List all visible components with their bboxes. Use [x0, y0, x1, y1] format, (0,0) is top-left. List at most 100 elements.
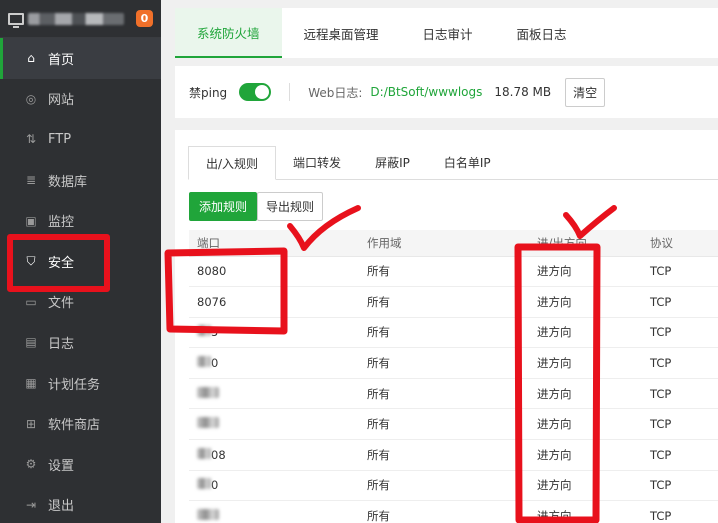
header-port[interactable]: 端口: [189, 230, 359, 257]
table-row[interactable]: 所有 进方向 TCP: [189, 408, 718, 441]
cell-scope: 所有: [359, 439, 529, 471]
export-rules-button[interactable]: 导出规则: [257, 192, 324, 221]
cell-port: 5: [189, 317, 359, 349]
table-row[interactable]: 8076 所有 进方向 TCP: [189, 286, 718, 318]
rule-subtabs: 出/入规则 端口转发 屏蔽IP 白名单IP: [188, 146, 718, 180]
tab-firewall[interactable]: 系统防火墙: [175, 8, 282, 58]
sidebar-item-settings[interactable]: ⚙ 设置: [0, 444, 161, 485]
cell-port: 0: [189, 470, 359, 502]
sidebar-item-store[interactable]: ⊞ 软件商店: [0, 403, 161, 444]
sidebar-item-label: 首页: [48, 52, 75, 68]
port-suffix: 08: [211, 447, 226, 462]
rules-panel: 出/入规则 端口转发 屏蔽IP 白名单IP 添加规则 导出规则 端口 作用域 进…: [175, 130, 718, 523]
sidebar-item-logout[interactable]: ⇥ 退出: [0, 485, 161, 523]
divider: [289, 83, 291, 101]
grid-icon: ⊞: [25, 416, 37, 431]
cell-direction: 进方向: [529, 408, 642, 441]
table-row[interactable]: 5 所有 进方向 TCP: [189, 317, 718, 349]
weblog-size: 18.78 MB: [494, 85, 552, 99]
sidebar: 0 ⌂ 首页 ◎ 网站 ⇅ FTP ≣ 数据库 ▣ 监控 ⛉ 安全 ▭ 文件 ▤ 日志 ▦ 计划任…: [0, 0, 161, 523]
ping-toggle[interactable]: [239, 83, 272, 101]
cell-protocol: TCP: [642, 378, 718, 410]
sidebar-item-website[interactable]: ◎ 网站: [0, 79, 161, 120]
table-row[interactable]: 8080 所有 进方向 TCP: [189, 256, 718, 288]
globe-icon: ◎: [25, 91, 37, 106]
tab-remote-desktop[interactable]: 远程桌面管理: [282, 8, 401, 58]
cell-direction: 进方向: [529, 500, 642, 523]
rules-table: 端口 作用域 进/出方向 协议 8080 所有 进方向 TCP 8076 所有 进方向 TCP…: [189, 230, 718, 523]
cell-scope: 所有: [359, 286, 529, 318]
sidebar-nav: ⌂ 首页 ◎ 网站 ⇅ FTP ≣ 数据库 ▣ 监控 ⛉ 安全 ▭ 文件 ▤ 日志 ▦ 计划任务 …: [0, 38, 161, 523]
sidebar-item-ftp[interactable]: ⇅ FTP: [0, 119, 161, 160]
tab-panel-logs[interactable]: 面板日志: [495, 8, 589, 58]
cell-scope: 所有: [359, 500, 529, 523]
header-direction[interactable]: 进/出方向: [529, 230, 642, 257]
port-suffix: 5: [211, 325, 219, 340]
tab-log-audit[interactable]: 日志审计: [401, 8, 495, 58]
sidebar-item-label: 监控: [48, 215, 75, 231]
sidebar-item-home[interactable]: ⌂ 首页: [0, 38, 161, 79]
sidebar-item-label: 软件商店: [48, 418, 101, 434]
table-row[interactable]: 所有 进方向 TCP: [189, 500, 718, 523]
sidebar-item-label: 计划任务: [48, 377, 101, 393]
subtab-whitelist-ip[interactable]: 白名单IP: [427, 146, 508, 179]
database-icon: ≣: [25, 173, 37, 188]
sidebar-item-label: 数据库: [48, 174, 88, 190]
cell-port: [189, 500, 359, 523]
cell-port: 8076: [189, 286, 359, 318]
cell-direction: 进方向: [529, 347, 642, 379]
cell-direction: 进方向: [529, 286, 642, 318]
calendar-icon: ▦: [25, 376, 37, 391]
home-icon: ⌂: [27, 51, 35, 66]
blurred-port: [197, 447, 211, 459]
sidebar-item-logs[interactable]: ▤ 日志: [0, 322, 161, 363]
blurred-port: [197, 478, 211, 490]
blurred-port: [197, 386, 219, 398]
subtab-block-ip[interactable]: 屏蔽IP: [358, 146, 427, 179]
sidebar-item-label: FTP: [48, 131, 72, 147]
table-row[interactable]: 0 所有 进方向 TCP: [189, 347, 718, 379]
logout-icon: ⇥: [25, 497, 37, 512]
cell-scope: 所有: [359, 470, 529, 502]
cell-protocol: TCP: [642, 500, 718, 523]
cell-protocol: TCP: [642, 408, 718, 441]
blurred-port: [197, 509, 219, 521]
notification-badge[interactable]: 0: [136, 10, 153, 27]
cell-scope: 所有: [359, 256, 529, 288]
sidebar-item-label: 退出: [48, 499, 75, 515]
sidebar-item-label: 文件: [48, 296, 75, 312]
subtab-port-forward[interactable]: 端口转发: [276, 146, 358, 179]
cell-scope: 所有: [359, 378, 529, 410]
cell-port: [189, 378, 359, 410]
sidebar-item-label: 设置: [48, 458, 75, 474]
ftp-icon: ⇅: [25, 132, 37, 147]
sidebar-item-security[interactable]: ⛉ 安全: [0, 241, 161, 282]
weblog-label: Web日志:: [308, 85, 363, 100]
sidebar-item-cron[interactable]: ▦ 计划任务: [0, 363, 161, 404]
blurred-port: [197, 356, 211, 368]
header-scope[interactable]: 作用域: [359, 230, 529, 257]
port-suffix: 0: [211, 356, 219, 371]
blurred-port: [197, 417, 219, 429]
subtab-in-out-rules[interactable]: 出/入规则: [188, 146, 277, 180]
cell-direction: 进方向: [529, 256, 642, 288]
table-row[interactable]: 08 所有 进方向 TCP: [189, 439, 718, 471]
weblog-path[interactable]: D:/BtSoft/wwwlogs: [370, 85, 482, 99]
cell-scope: 所有: [359, 317, 529, 349]
cell-port: 08: [189, 439, 359, 471]
sidebar-item-database[interactable]: ≣ 数据库: [0, 160, 161, 201]
clear-button[interactable]: 清空: [565, 77, 606, 107]
table-row[interactable]: 0 所有 进方向 TCP: [189, 470, 718, 502]
sidebar-item-monitor[interactable]: ▣ 监控: [0, 200, 161, 241]
cell-protocol: TCP: [642, 317, 718, 349]
cell-direction: 进方向: [529, 470, 642, 502]
header-protocol[interactable]: 协议: [642, 230, 718, 257]
sidebar-item-files[interactable]: ▭ 文件: [0, 282, 161, 323]
cell-protocol: TCP: [642, 347, 718, 379]
cell-protocol: TCP: [642, 439, 718, 471]
cell-direction: 进方向: [529, 378, 642, 410]
blurred-port: [197, 325, 211, 337]
cell-protocol: TCP: [642, 256, 718, 288]
add-rule-button[interactable]: 添加规则: [189, 192, 258, 221]
table-row[interactable]: 所有 进方向 TCP: [189, 378, 718, 410]
